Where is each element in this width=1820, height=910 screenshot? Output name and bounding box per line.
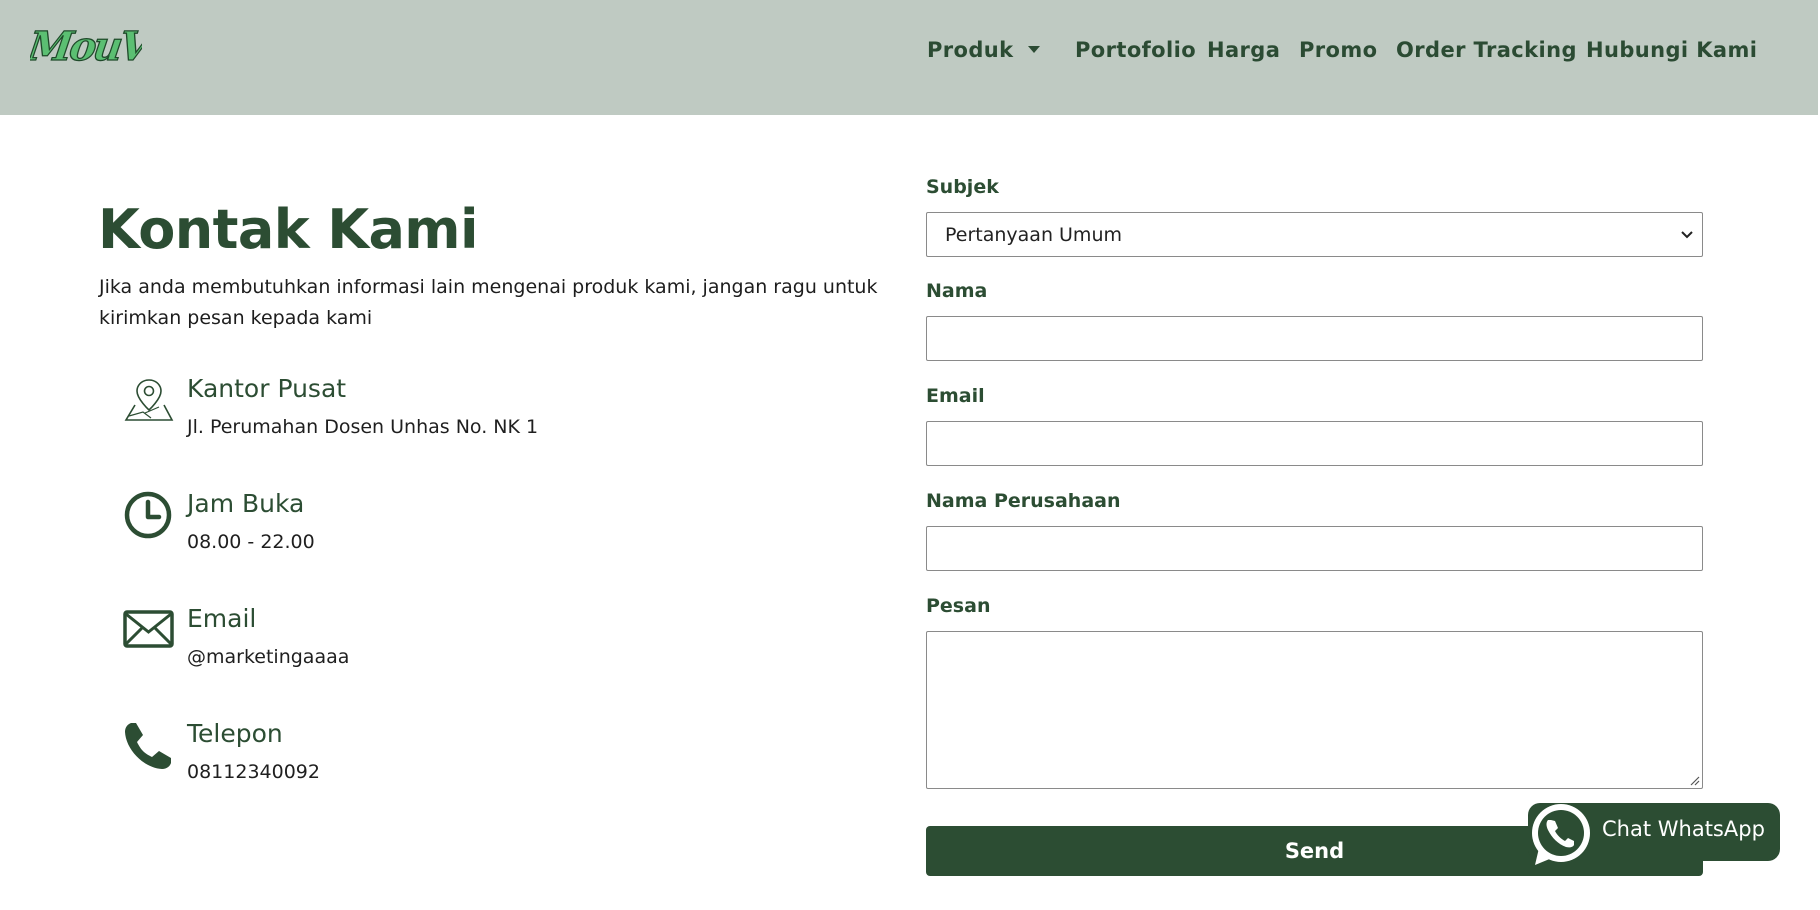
info-heading: Kantor Pusat [187,374,347,403]
info-heading: Jam Buka [187,489,305,518]
map-pin-icon [124,379,174,421]
message-textarea[interactable] [926,631,1703,789]
chat-whatsapp-button[interactable]: Chat WhatsApp [1528,803,1780,865]
whatsapp-icon [1532,804,1590,865]
chat-whatsapp-label: Chat WhatsApp [1602,817,1765,841]
navbar: MouVee Produk Portofolio Harga Promo Ord… [0,0,1818,115]
message-label: Pesan [926,595,991,617]
company-label: Nama Perusahaan [926,490,1121,512]
info-heading: Telepon [187,719,283,748]
info-value: 08.00 - 22.00 [187,531,315,553]
name-label: Nama [926,280,988,302]
chevron-down-icon [1681,231,1693,239]
clock-icon [124,491,172,539]
name-field[interactable] [926,316,1703,361]
caret-down-icon [1027,46,1040,53]
info-value: @marketingaaaa [187,646,350,668]
info-email: Email @marketingaaaa [99,604,799,694]
phone-icon [125,723,171,769]
contact-page: MouVee Produk Portofolio Harga Promo Ord… [0,0,1820,910]
info-value: Jl. Perumahan Dosen Unhas No. NK 1 [187,416,539,438]
nav-item-portofolio[interactable]: Portofolio [1075,38,1196,62]
info-telepon: Telepon 08112340092 [99,719,799,809]
nav-item-hubungi-kami[interactable]: Hubungi Kami [1586,38,1757,62]
page-lead: Jika anda membutuhkan informasi lain men… [99,276,878,329]
subject-select-value: Pertanyaan Umum [945,224,1122,246]
info-jam-buka: Jam Buka 08.00 - 22.00 [99,489,799,579]
main-nav: Produk Portofolio Harga Promo Order Trac… [0,38,1818,68]
info-heading: Email [187,604,257,633]
email-label: Email [926,385,985,407]
page-title: Kontak Kami [98,198,478,261]
nav-item-produk[interactable]: Produk [927,38,1040,62]
nav-item-produk-label: Produk [927,38,1014,62]
info-kantor-pusat: Kantor Pusat Jl. Perumahan Dosen Unhas N… [99,374,799,464]
nav-item-harga[interactable]: Harga [1207,38,1280,62]
resize-grip-icon[interactable] [1688,774,1700,786]
email-field[interactable] [926,421,1703,466]
subject-label: Subjek [926,176,999,198]
nav-item-order-tracking[interactable]: Order Tracking [1396,38,1577,62]
nav-item-promo[interactable]: Promo [1299,38,1377,62]
company-field[interactable] [926,526,1703,571]
envelope-icon [123,610,174,648]
info-value: 08112340092 [187,761,320,783]
subject-select[interactable]: Pertanyaan Umum [926,212,1703,257]
